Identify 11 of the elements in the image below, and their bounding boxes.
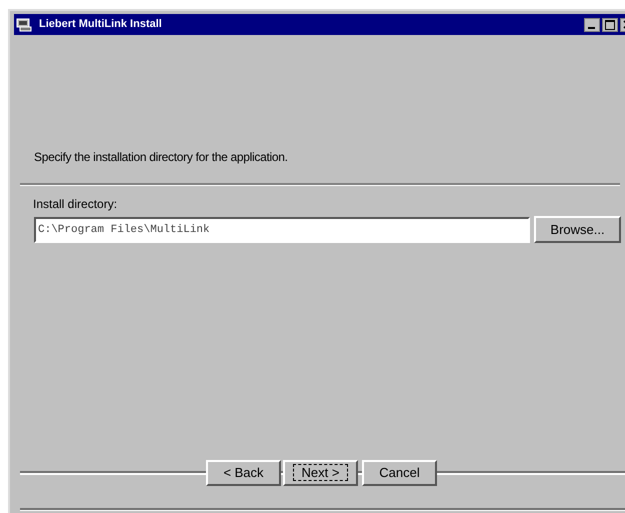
directory-label: Install directory: xyxy=(32,196,118,213)
wizard-button[interactable]: Cancel xyxy=(362,460,437,486)
directory-field[interactable]: C:\Program Files\MultiLink xyxy=(34,216,530,242)
minimize-icon[interactable] xyxy=(584,18,600,32)
browse-button[interactable]: Browse... xyxy=(534,216,621,243)
instruction-text: Specify the installation directory for the application. xyxy=(33,149,289,166)
window-title: Liebert MultiLink Install xyxy=(39,17,162,32)
computer-icon xyxy=(16,18,32,32)
wizard-button[interactable]: < Back xyxy=(206,460,281,486)
maximize-icon[interactable] xyxy=(602,18,618,32)
wizard-button[interactable]: Next > xyxy=(283,460,358,486)
